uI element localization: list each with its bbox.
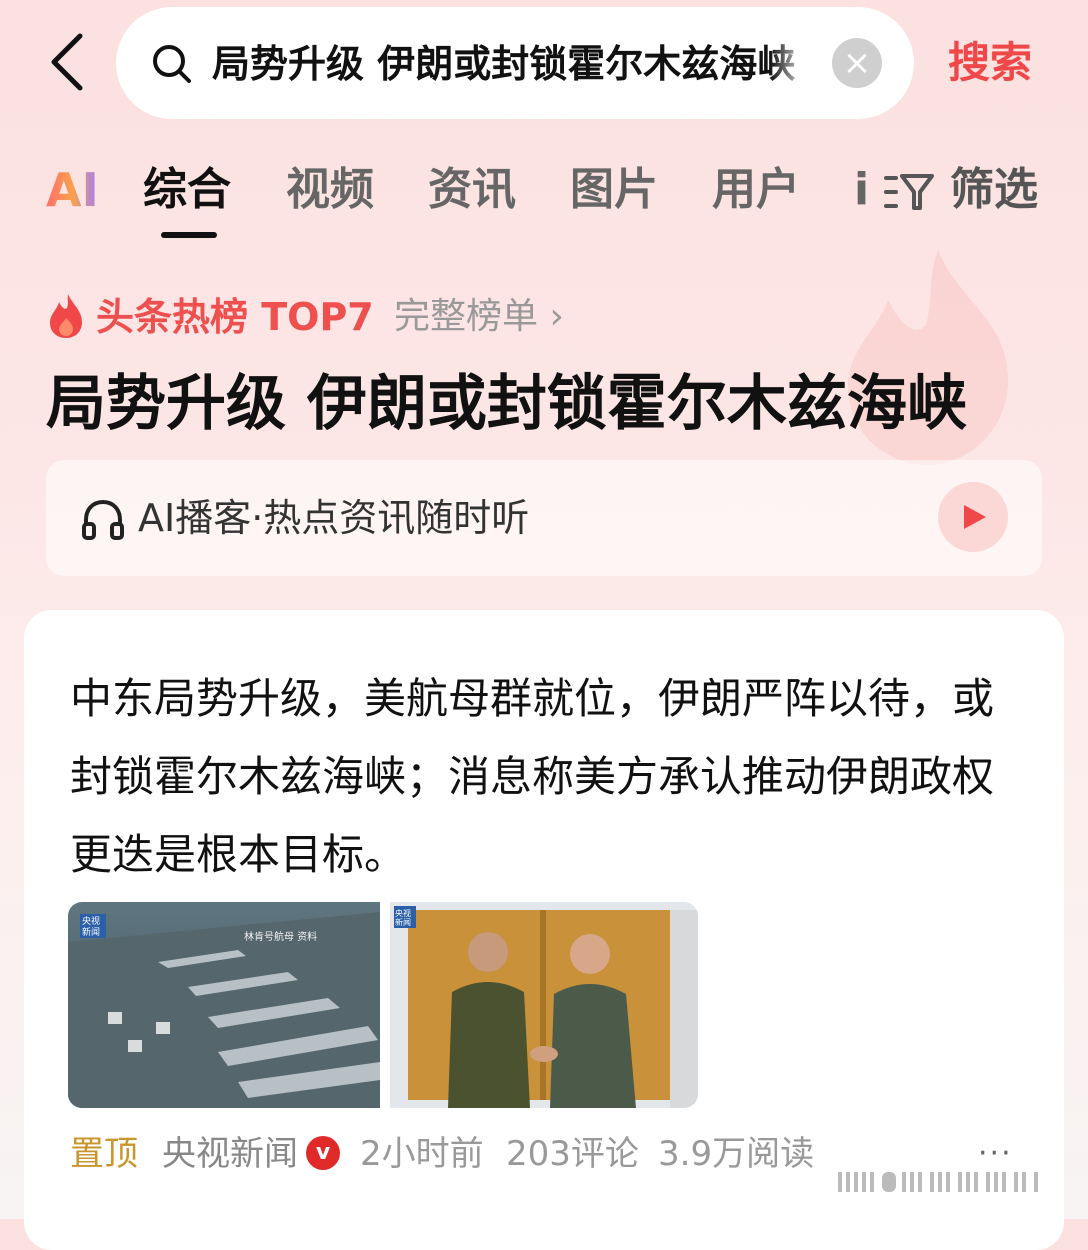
watermark-icon — [838, 1172, 1038, 1192]
verified-icon: v — [306, 1136, 340, 1170]
tab-ai[interactable]: AI — [46, 160, 99, 220]
svg-text:央视: 央视 — [395, 908, 411, 918]
tab-users[interactable]: 用户 — [712, 160, 800, 220]
search-query-fade — [770, 30, 810, 100]
play-icon — [964, 505, 986, 529]
full-list-link[interactable]: 完整榜单 › — [394, 290, 564, 344]
tab-images[interactable]: 图片 — [570, 160, 658, 220]
source-name[interactable]: 央视新闻 — [162, 1126, 298, 1182]
back-button[interactable] — [46, 32, 90, 92]
search-query-text[interactable]: 局势升级 伊朗或封锁霍尔木兹海峡 — [212, 34, 802, 94]
tab-news[interactable]: 资讯 — [428, 160, 516, 220]
ai-podcast-text: AI播客·热点资讯随时听 — [138, 496, 530, 540]
filter-icon — [884, 174, 934, 210]
comment-count[interactable]: 203评论 — [506, 1126, 639, 1182]
topic-headline[interactable]: 局势升级 伊朗或封锁霍尔木兹海峡 — [46, 362, 1046, 446]
tab-general[interactable]: 综合 — [143, 160, 231, 220]
hot-list-label: 头条热榜 TOP7 — [96, 295, 374, 339]
tab-video[interactable]: 视频 — [286, 160, 374, 220]
play-button[interactable] — [938, 482, 1008, 552]
filter-label: 筛选 — [950, 164, 1038, 215]
article-image-handshake[interactable]: 央视 新闻 — [390, 902, 698, 1108]
aircraft-carrier-image: 央视 新闻 林肯号航母 资料 — [68, 902, 380, 1108]
publish-time: 2小时前 — [360, 1134, 484, 1174]
headphones-icon — [82, 499, 124, 540]
chevron-left-icon — [51, 33, 83, 91]
pinned-label: 置顶 — [70, 1134, 138, 1174]
clear-search-button[interactable]: × — [832, 38, 882, 88]
read-count: 3.9万阅读 — [658, 1134, 815, 1174]
flame-icon — [50, 294, 82, 338]
image-caption: 林肯号航母 资料 — [244, 930, 317, 943]
svg-text:新闻: 新闻 — [82, 926, 100, 938]
search-icon — [150, 42, 194, 86]
tab-more[interactable]: i — [854, 160, 869, 220]
search-button[interactable]: 搜索 — [948, 36, 1032, 90]
active-tab-indicator — [161, 232, 217, 238]
article-summary[interactable]: 中东局势升级，美航母群就位，伊朗严阵以待，或封锁霍尔木兹海峡；消息称美方承认推动… — [70, 660, 1020, 894]
article-image-carrier[interactable]: 央视 新闻 林肯号航母 资料 — [68, 902, 380, 1108]
svg-text:央视: 央视 — [82, 915, 100, 927]
handshake-photo: 央视 新闻 — [390, 902, 698, 1108]
svg-text:新闻: 新闻 — [395, 917, 411, 927]
